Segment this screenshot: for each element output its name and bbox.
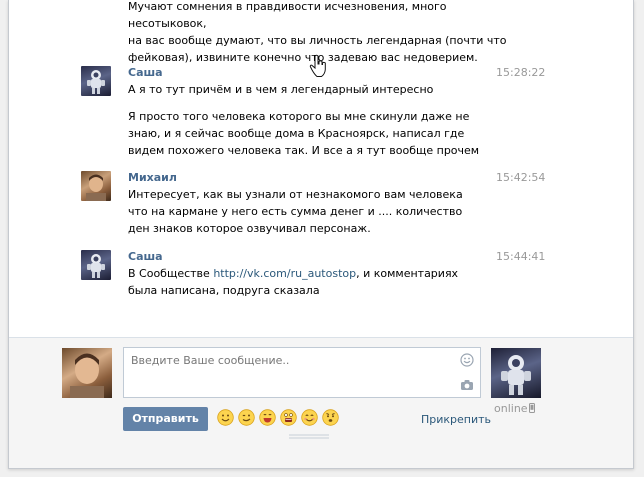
message-line: А я то тут причём и в чем я легендарный … bbox=[128, 83, 434, 96]
emoji-wink-icon[interactable] bbox=[238, 409, 255, 426]
emoji-happy-icon[interactable] bbox=[301, 409, 318, 426]
resize-handle-icon[interactable] bbox=[289, 434, 329, 440]
chat-window: Мучают сомнения в правдивости исчезновен… bbox=[8, 0, 634, 469]
sender-avatar[interactable] bbox=[81, 171, 111, 201]
message-time: 15:44:41 bbox=[496, 250, 546, 263]
message-line: Я просто того человека которого вы мне с… bbox=[128, 110, 480, 157]
emoji-smile-icon[interactable] bbox=[217, 409, 234, 426]
emoji-surprised-icon[interactable] bbox=[322, 409, 339, 426]
send-button[interactable]: Отправить bbox=[123, 407, 208, 431]
sender-avatar[interactable] bbox=[81, 250, 111, 280]
peer-avatar[interactable] bbox=[491, 348, 541, 398]
emoji-scared-icon[interactable] bbox=[280, 409, 297, 426]
sender-name[interactable]: Саша bbox=[128, 250, 163, 263]
hand-cursor-icon bbox=[309, 54, 326, 77]
message-line: на вас вообще думают, что вы личность ле… bbox=[128, 34, 507, 47]
mobile-phone-icon bbox=[529, 403, 535, 413]
astronaut-icon bbox=[87, 254, 105, 278]
my-avatar[interactable] bbox=[62, 348, 112, 398]
person-photo-icon bbox=[86, 174, 106, 201]
message-text: А я то тут причём и в чем я легендарный … bbox=[128, 81, 503, 159]
message-input-placeholder: Введите Ваше сообщение.. bbox=[131, 354, 290, 367]
message-text: В Сообществе http://vk.com/ru_autostop, … bbox=[128, 265, 473, 299]
message-line: Интересует, как вы узнали от незнакомого… bbox=[128, 188, 463, 235]
astronaut-icon bbox=[87, 70, 105, 94]
camera-icon[interactable] bbox=[460, 379, 474, 391]
sender-avatar[interactable] bbox=[81, 66, 111, 96]
message-text: Интересует, как вы узнали от незнакомого… bbox=[128, 186, 468, 237]
peer-online-status: online bbox=[494, 402, 528, 415]
message-text-part: В Сообществе bbox=[128, 267, 214, 280]
smile-icon[interactable] bbox=[460, 353, 474, 367]
emoji-laugh-icon[interactable] bbox=[259, 409, 276, 426]
message-line: Мучают сомнения в правдивости исчезновен… bbox=[128, 0, 447, 30]
message-time: 15:42:54 bbox=[496, 171, 546, 184]
message-input[interactable]: Введите Ваше сообщение.. bbox=[123, 347, 481, 398]
message-history[interactable]: Мучают сомнения в правдивости исчезновен… bbox=[9, 0, 633, 337]
message-time: 15:28:22 bbox=[496, 66, 546, 79]
astronaut-icon bbox=[501, 355, 531, 395]
message-link[interactable]: http://vk.com/ru_autostop bbox=[213, 267, 356, 280]
message-composer: Введите Ваше сообщение.. online Отправит… bbox=[9, 337, 633, 468]
attach-button[interactable]: Прикрепить bbox=[421, 413, 491, 426]
message-line: В Сообществе http://vk.com/ru_autostop, … bbox=[128, 265, 473, 299]
person-photo-icon bbox=[70, 353, 104, 398]
sender-name[interactable]: Саша bbox=[128, 66, 163, 79]
sender-name[interactable]: Михаил bbox=[128, 171, 177, 184]
